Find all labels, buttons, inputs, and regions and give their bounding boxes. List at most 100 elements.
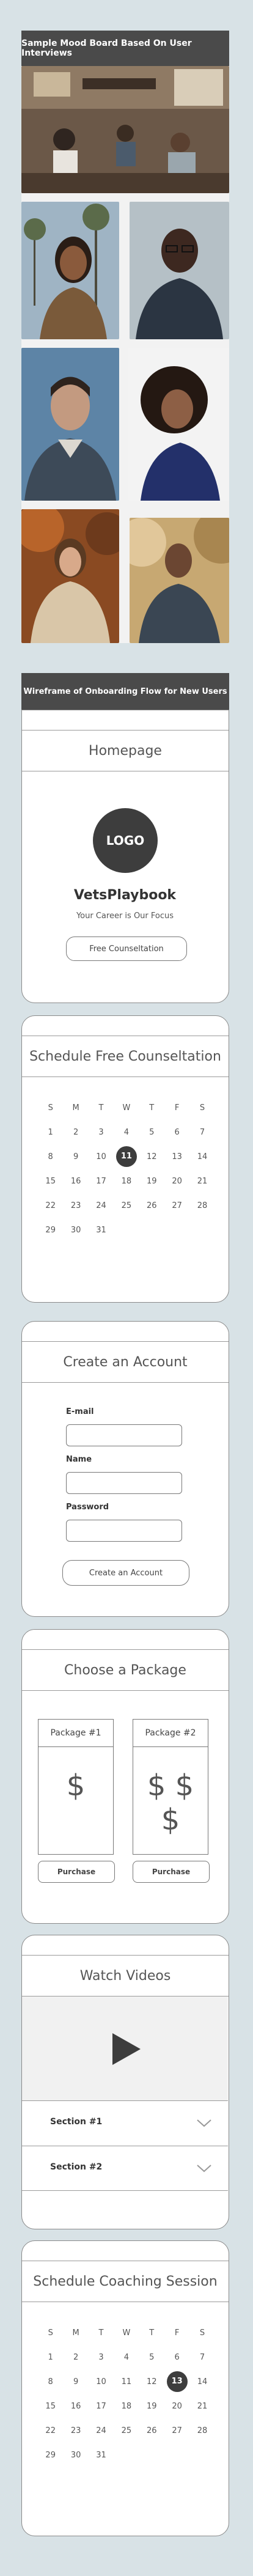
calendar-day[interactable]: 27 xyxy=(164,1201,189,1210)
calendar-day[interactable]: 11 xyxy=(114,2377,139,2386)
calendar-day[interactable]: 16 xyxy=(63,1177,88,1186)
calendar-day[interactable]: 20 xyxy=(164,2402,189,2411)
calendar-day[interactable]: 5 xyxy=(139,2353,164,2362)
calendar-day[interactable]: 12 xyxy=(139,1152,164,1161)
calendar-day[interactable]: 29 xyxy=(38,2451,63,2460)
calendar-day[interactable]: 16 xyxy=(63,2402,88,2411)
calendar-day[interactable]: 23 xyxy=(63,1201,88,1210)
brand-tagline: Your Career is Our Focus xyxy=(76,911,174,921)
calendar-day[interactable]: 18 xyxy=(114,2402,139,2411)
calendar-day[interactable]: 3 xyxy=(89,1128,114,1137)
calendar-day[interactable]: 23 xyxy=(63,2426,88,2435)
phone-homepage: Homepage LOGO VetsPlaybook Your Career i… xyxy=(21,710,229,1003)
chevron-down-icon[interactable] xyxy=(196,2118,212,2128)
calendar-day[interactable]: 31 xyxy=(89,2451,114,2460)
photo-man-glasses xyxy=(130,202,229,339)
calendar-day[interactable]: 10 xyxy=(89,2377,114,2386)
calendar-day[interactable]: 30 xyxy=(63,2451,88,2460)
calendar-day[interactable]: 17 xyxy=(89,1177,114,1186)
calendar-day[interactable]: 10 xyxy=(89,1152,114,1161)
watch-videos-title: Watch Videos xyxy=(22,1956,229,1996)
package-2-card[interactable]: Package #2 $ $ $ xyxy=(133,1719,208,1855)
calendar-day[interactable]: 22 xyxy=(38,2426,63,2435)
calendar-day[interactable]: 15 xyxy=(38,2402,63,2411)
calendar-week-row: 8 9 10 11 12 13 14 xyxy=(38,2369,215,2394)
calendar-day[interactable]: 30 xyxy=(63,1226,88,1235)
phone-status-bar xyxy=(22,1322,229,1342)
mood-board: Sample Mood Board Based On User Intervie… xyxy=(21,31,229,643)
video-player[interactable] xyxy=(22,1996,228,2100)
phone-status-bar xyxy=(22,1016,229,1036)
email-label: E-mail xyxy=(66,1407,94,1416)
calendar-day[interactable]: 25 xyxy=(114,2426,139,2435)
schedule-free-title: Schedule Free Counseltation xyxy=(22,1036,229,1077)
calendar-day[interactable]: 29 xyxy=(38,1226,63,1235)
package-1-card[interactable]: Package #1 $ xyxy=(38,1719,114,1855)
calendar-day[interactable]: 28 xyxy=(189,2426,215,2435)
calendar-day-selected[interactable]: 11 xyxy=(114,1146,139,1167)
password-field[interactable] xyxy=(66,1520,182,1542)
calendar-day[interactable]: 14 xyxy=(189,2377,215,2386)
calendar-day[interactable]: 4 xyxy=(114,1128,139,1137)
calendar-day[interactable]: 21 xyxy=(189,1177,215,1186)
calendar-day[interactable]: 8 xyxy=(38,1152,63,1161)
create-account-button[interactable]: Create an Account xyxy=(62,1560,189,1586)
calendar-day[interactable]: 14 xyxy=(189,1152,215,1161)
chevron-down-icon[interactable] xyxy=(196,2163,212,2173)
calendar-day[interactable]: 5 xyxy=(139,1128,164,1137)
email-field[interactable] xyxy=(66,1424,182,1446)
section-2-row[interactable]: Section #2 xyxy=(22,2146,228,2191)
free-counseltation-button[interactable]: Free Counseltation xyxy=(66,937,187,961)
phone-schedule-free: Schedule Free Counseltation SMTWTFS12345… xyxy=(21,1015,229,1303)
calendar-day[interactable]: 26 xyxy=(139,1201,164,1210)
calendar-day[interactable]: 7 xyxy=(189,1128,215,1137)
calendar-day[interactable]: 31 xyxy=(89,1226,114,1235)
calendar-day[interactable]: 20 xyxy=(164,1177,189,1186)
calendar-day[interactable]: 9 xyxy=(63,1152,88,1161)
calendar-day[interactable]: 12 xyxy=(139,2377,164,2386)
play-icon[interactable] xyxy=(112,2033,141,2065)
weekday-label: M xyxy=(72,1103,79,1113)
calendar-day[interactable]: 24 xyxy=(89,2426,114,2435)
section-1-label: Section #1 xyxy=(50,2117,103,2127)
calendar-day[interactable]: 19 xyxy=(139,2402,164,2411)
calendar-day[interactable]: 26 xyxy=(139,2426,164,2435)
calendar-day[interactable]: 6 xyxy=(164,2353,189,2362)
phone-create-account: Create an Account E-mail Name Password C… xyxy=(21,1321,229,1617)
calendar: S M T W T F S 1 2 3 4 5 6 7 8 9 10 11 12 13 14 15 16 17 18 19 20 21… xyxy=(38,2320,215,2467)
homepage-title: Homepage xyxy=(22,730,229,771)
section-2-label: Section #2 xyxy=(50,2162,103,2172)
calendar-day-selected[interactable]: 13 xyxy=(164,2371,189,2392)
calendar-day[interactable]: 3 xyxy=(89,2353,114,2362)
calendar-day[interactable]: 27 xyxy=(164,2426,189,2435)
calendar-day[interactable]: 7 xyxy=(189,2353,215,2362)
package-1-label: Package #1 xyxy=(38,1720,113,1747)
name-field[interactable] xyxy=(66,1472,182,1494)
calendar-day[interactable]: 13 xyxy=(164,1152,189,1161)
purchase-1-button[interactable]: Purchase xyxy=(38,1861,115,1883)
calendar-day[interactable]: 15 xyxy=(38,1177,63,1186)
calendar-day[interactable]: 2 xyxy=(63,1128,88,1137)
calendar-day[interactable]: 2 xyxy=(63,2353,88,2362)
calendar-day[interactable]: 19 xyxy=(139,1177,164,1186)
calendar-day[interactable]: 22 xyxy=(38,1201,63,1210)
calendar-day[interactable]: 8 xyxy=(38,2377,63,2386)
calendar-day[interactable]: 21 xyxy=(189,2402,215,2411)
calendar-day[interactable]: 17 xyxy=(89,2402,114,2411)
phone-watch-videos: Watch Videos Section #1 Section #2 xyxy=(21,1935,229,2229)
calendar-day[interactable]: 6 xyxy=(164,1128,189,1137)
calendar-day[interactable]: 18 xyxy=(114,1177,139,1186)
calendar-day[interactable]: 1 xyxy=(38,2353,63,2362)
calendar-day[interactable]: 1 xyxy=(38,1128,63,1137)
weekday-label: F xyxy=(174,1103,180,1113)
purchase-2-button[interactable]: Purchase xyxy=(133,1861,210,1883)
calendar-day[interactable]: 28 xyxy=(189,1201,215,1210)
calendar-weekday-row: SMTWTFS xyxy=(38,1095,215,1120)
photo-woman-palm xyxy=(21,202,119,339)
calendar-day[interactable]: 24 xyxy=(89,1201,114,1210)
calendar-day[interactable]: 9 xyxy=(63,2377,88,2386)
calendar-week-row: 1234567 xyxy=(38,2345,215,2369)
calendar-day[interactable]: 4 xyxy=(114,2353,139,2362)
section-1-row[interactable]: Section #1 xyxy=(22,2100,228,2146)
calendar-day[interactable]: 25 xyxy=(114,1201,139,1210)
